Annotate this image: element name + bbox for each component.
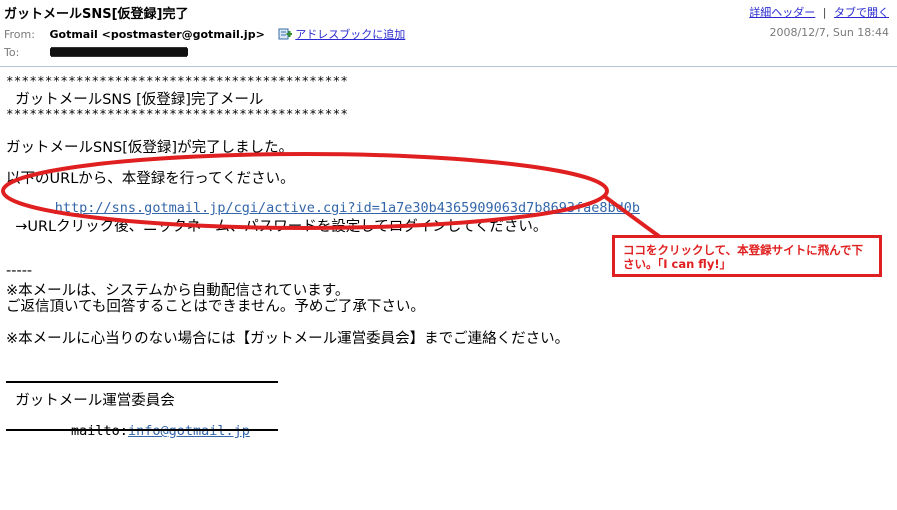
- mail-date: 2008/12/7, Sun 18:44: [769, 26, 889, 39]
- add-to-addressbook-link[interactable]: アドレスブックに追加: [278, 28, 405, 41]
- mail-header: ガットメールSNS[仮登録]完了 詳細ヘッダー | タブで開く From: Go…: [0, 0, 897, 67]
- activation-url-link[interactable]: http://sns.gotmail.jp/cgi/active.cgi?id=…: [55, 200, 640, 216]
- open-in-tab-link[interactable]: タブで開く: [834, 6, 889, 19]
- detail-header-link[interactable]: 詳細ヘッダー: [749, 6, 815, 19]
- to-row: To:: [4, 46, 188, 59]
- from-row: From: Gotmail <postmaster@gotmail.jp> アド…: [4, 26, 893, 41]
- after-click-line: →URLクリック後、ニックネーム、パスワードを設定してログインしてください。: [6, 219, 548, 235]
- add-to-addressbook-label: アドレスブックに追加: [295, 28, 406, 41]
- annotation-callout-text: ココをクリックして、本登録サイトに飛んで下さい。「I can fly!」: [623, 243, 864, 271]
- annotation-callout: ココをクリックして、本登録サイトに飛んで下さい。「I can fly!」: [612, 235, 882, 277]
- link-separator: |: [822, 6, 827, 19]
- from-sender: Gotmail <postmaster@gotmail.jp>: [49, 28, 265, 41]
- no-reply-notice: ご返信頂いても回答することはできません。予めご了承下さい。: [6, 299, 425, 315]
- header-links: 詳細ヘッダー | タブで開く: [749, 4, 889, 20]
- stars-top: ****************************************…: [6, 73, 349, 88]
- stars-bottom: ****************************************…: [6, 106, 349, 121]
- mail-viewer: ガットメールSNS[仮登録]完了 詳細ヘッダー | タブで開く From: Go…: [0, 0, 897, 510]
- mail-body: ****************************************…: [0, 67, 897, 510]
- mailto-prefix: mailto:: [54, 423, 128, 439]
- signature-rule-top: [6, 381, 278, 383]
- contact-notice: ※本メールに心当りのない場合には【ガットメール運営委員会】までご連絡ください。: [6, 331, 570, 347]
- to-label: To:: [4, 46, 20, 59]
- completed-line: ガットメールSNS[仮登録]が完了しました。: [6, 140, 294, 156]
- signature-rule-bottom: [6, 429, 278, 431]
- from-label: From:: [4, 28, 35, 41]
- redacted-recipient: [49, 48, 188, 56]
- divider-line: -----: [6, 263, 33, 279]
- signature-email-link[interactable]: info@gotmail.jp: [128, 423, 250, 439]
- mail-subject: ガットメールSNS[仮登録]完了: [4, 7, 189, 22]
- signature-mailto: mailto:info@gotmail.jp: [6, 407, 250, 455]
- addressbook-add-icon: [278, 28, 293, 40]
